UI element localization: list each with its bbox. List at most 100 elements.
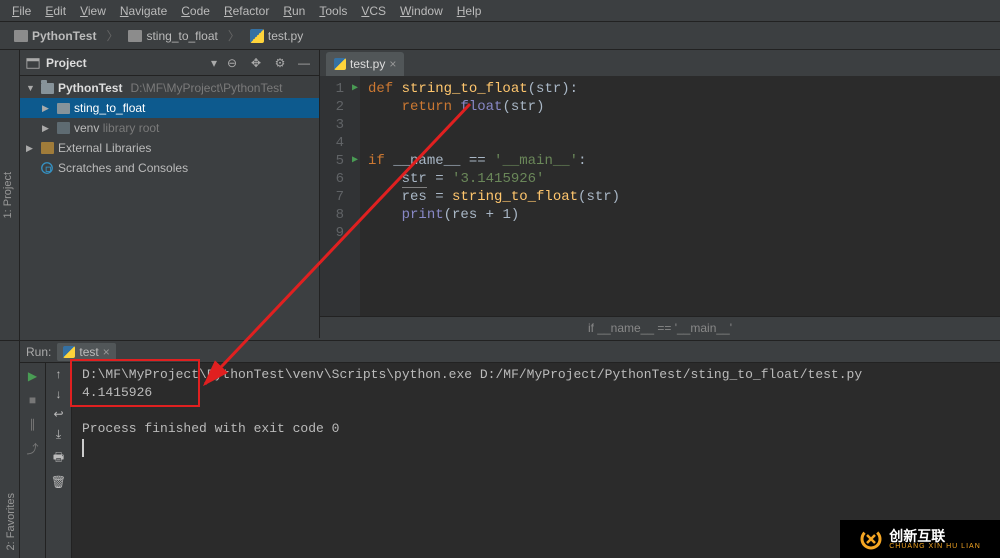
up-icon[interactable]: ↑ xyxy=(56,367,62,381)
collapse-all-icon[interactable]: ⊖ xyxy=(223,54,241,72)
down-icon[interactable]: ↓ xyxy=(56,387,62,401)
scroll-to-end-icon[interactable]: ⤓ xyxy=(56,427,61,442)
run-action-toolbar: ▶ ■ ∥ ⤴ xyxy=(20,341,46,558)
breadcrumb-project-label: PythonTest xyxy=(32,29,96,43)
folder-icon xyxy=(128,30,142,42)
tree-external-libs[interactable]: ▶ External Libraries xyxy=(20,138,319,158)
left-tool-rail: 1: Project xyxy=(0,50,20,340)
editor-breadcrumb-bottom[interactable]: if __name__ == '__main__' xyxy=(320,316,1000,338)
folder-icon xyxy=(14,30,28,42)
python-file-icon xyxy=(250,29,264,43)
folder-icon xyxy=(56,101,70,115)
print-icon[interactable]: 🖶 xyxy=(53,448,64,469)
output-line xyxy=(82,403,990,421)
menu-run[interactable]: Run xyxy=(277,2,311,20)
close-tab-icon[interactable]: × xyxy=(389,57,396,71)
tree-arrow-icon[interactable]: ▼ xyxy=(26,83,36,93)
menu-tools[interactable]: Tools xyxy=(313,2,353,20)
soft-wrap-icon[interactable]: ↩ xyxy=(53,407,63,421)
menu-help[interactable]: Help xyxy=(451,2,488,20)
editor-area: test.py × 1▶ 2 3 4 5▶ 6 7 8 9 def string… xyxy=(320,50,1000,338)
menu-code[interactable]: Code xyxy=(175,2,216,20)
pause-icon[interactable]: ∥ xyxy=(24,415,42,433)
editor-tabs: test.py × xyxy=(320,50,1000,76)
tree-arrow-icon[interactable]: ▶ xyxy=(42,103,52,114)
tree-scratches-label: Scratches and Consoles xyxy=(58,161,188,175)
dropdown-icon[interactable]: ▾ xyxy=(211,56,217,70)
library-icon xyxy=(56,121,70,135)
locate-icon[interactable]: ✥ xyxy=(247,54,265,72)
menu-view[interactable]: View xyxy=(74,2,112,20)
gutter: 1▶ 2 3 4 5▶ 6 7 8 9 xyxy=(320,76,360,316)
project-tool-tab[interactable]: 1: Project xyxy=(0,164,16,226)
line-number: 6 xyxy=(320,170,360,188)
library-icon xyxy=(40,141,54,155)
code-editor[interactable]: 1▶ 2 3 4 5▶ 6 7 8 9 def string_to_float(… xyxy=(320,76,1000,316)
line-number: 7 xyxy=(320,188,360,206)
code-content[interactable]: def string_to_float(str): return float(s… xyxy=(360,76,1000,316)
menu-file[interactable]: File xyxy=(6,2,37,20)
breadcrumb-folder[interactable]: sting_to_float xyxy=(122,27,223,45)
chevron-right-icon: 〉 xyxy=(228,27,240,44)
menu-window[interactable]: Window xyxy=(394,2,449,20)
left-tool-rail-bottom: 2: Favorites xyxy=(0,341,20,558)
rerun-icon[interactable]: ▶ xyxy=(24,367,42,385)
tree-arrow-icon[interactable]: ▶ xyxy=(42,123,52,134)
output-line: Process finished with exit code 0 xyxy=(82,421,990,439)
chevron-right-icon: 〉 xyxy=(106,27,118,44)
tree-venv[interactable]: ▶ venv library root xyxy=(20,118,319,138)
line-number: 1▶ xyxy=(320,80,360,98)
main-row: Project ▾ ⊖ ✥ ⚙ — ▼ PythonTest D:\MF\MyP… xyxy=(20,50,1000,338)
tree-root-path: D:\MF\MyProject\PythonTest xyxy=(130,81,282,95)
scratches-icon xyxy=(40,161,54,175)
clear-icon[interactable]: 🗑 xyxy=(51,475,66,489)
breadcrumb-folder-label: sting_to_float xyxy=(146,29,217,43)
hide-panel-icon[interactable]: — xyxy=(295,54,313,72)
tree-root[interactable]: ▼ PythonTest D:\MF\MyProject\PythonTest xyxy=(20,78,319,98)
project-tree[interactable]: ▼ PythonTest D:\MF\MyProject\PythonTest … xyxy=(20,76,319,338)
project-panel-header: Project ▾ ⊖ ✥ ⚙ — xyxy=(20,50,319,76)
tree-arrow-icon[interactable]: ▶ xyxy=(26,143,36,154)
tree-folder-label: sting_to_float xyxy=(74,101,145,115)
editor-tab-test[interactable]: test.py × xyxy=(326,52,404,76)
gear-icon[interactable]: ⚙ xyxy=(271,54,289,72)
project-panel-title: Project xyxy=(46,56,205,70)
breadcrumb-toolbar: PythonTest 〉 sting_to_float 〉 test.py xyxy=(0,22,1000,50)
main-menubar: FileEditViewNavigateCodeRefactorRunTools… xyxy=(0,0,1000,22)
output-line xyxy=(82,439,990,457)
line-number: 2 xyxy=(320,98,360,116)
line-number: 3 xyxy=(320,116,360,134)
run-header-label: Run: xyxy=(26,345,51,359)
menu-navigate[interactable]: Navigate xyxy=(114,2,173,20)
run-gutter-icon[interactable]: ▶ xyxy=(352,152,358,170)
menu-vcs[interactable]: VCS xyxy=(355,2,392,20)
breadcrumb-file[interactable]: test.py xyxy=(244,27,309,45)
menu-edit[interactable]: Edit xyxy=(39,2,72,20)
breadcrumb-project[interactable]: PythonTest xyxy=(8,27,102,45)
breadcrumb-file-label: test.py xyxy=(268,29,303,43)
tree-root-label: PythonTest xyxy=(58,81,122,95)
tree-venv-label: venv library root xyxy=(74,121,159,135)
python-file-icon xyxy=(334,58,346,70)
project-panel-icon xyxy=(26,56,40,70)
line-number: 9 xyxy=(320,224,360,242)
favorites-tool-tab[interactable]: 2: Favorites xyxy=(0,485,19,558)
run-gutter-icon[interactable]: ▶ xyxy=(352,80,358,98)
annotation-box xyxy=(70,359,200,407)
line-number: 5▶ xyxy=(320,152,360,170)
output-line: 4.1415926 xyxy=(82,385,990,403)
output-line: D:\MF\MyProject\PythonTest\venv\Scripts\… xyxy=(82,367,990,385)
tab-label: test.py xyxy=(350,57,385,71)
project-panel: Project ▾ ⊖ ✥ ⚙ — ▼ PythonTest D:\MF\MyP… xyxy=(20,50,320,338)
tree-folder-selected[interactable]: ▶ sting_to_float xyxy=(20,98,319,118)
breadcrumb: PythonTest 〉 sting_to_float 〉 test.py xyxy=(8,27,309,45)
logo-icon xyxy=(859,527,883,551)
line-number: 8 xyxy=(320,206,360,224)
exit-icon[interactable]: ⤴ xyxy=(24,439,42,457)
tree-scratches[interactable]: ▶ Scratches and Consoles xyxy=(20,158,319,178)
stop-icon[interactable]: ■ xyxy=(24,391,42,409)
menu-refactor[interactable]: Refactor xyxy=(218,2,275,20)
watermark-logo: 创新互联 CHUANG XIN HU LIAN xyxy=(840,520,1000,558)
logo-text: 创新互联 CHUANG XIN HU LIAN xyxy=(889,529,981,550)
tree-external-label: External Libraries xyxy=(58,141,151,155)
